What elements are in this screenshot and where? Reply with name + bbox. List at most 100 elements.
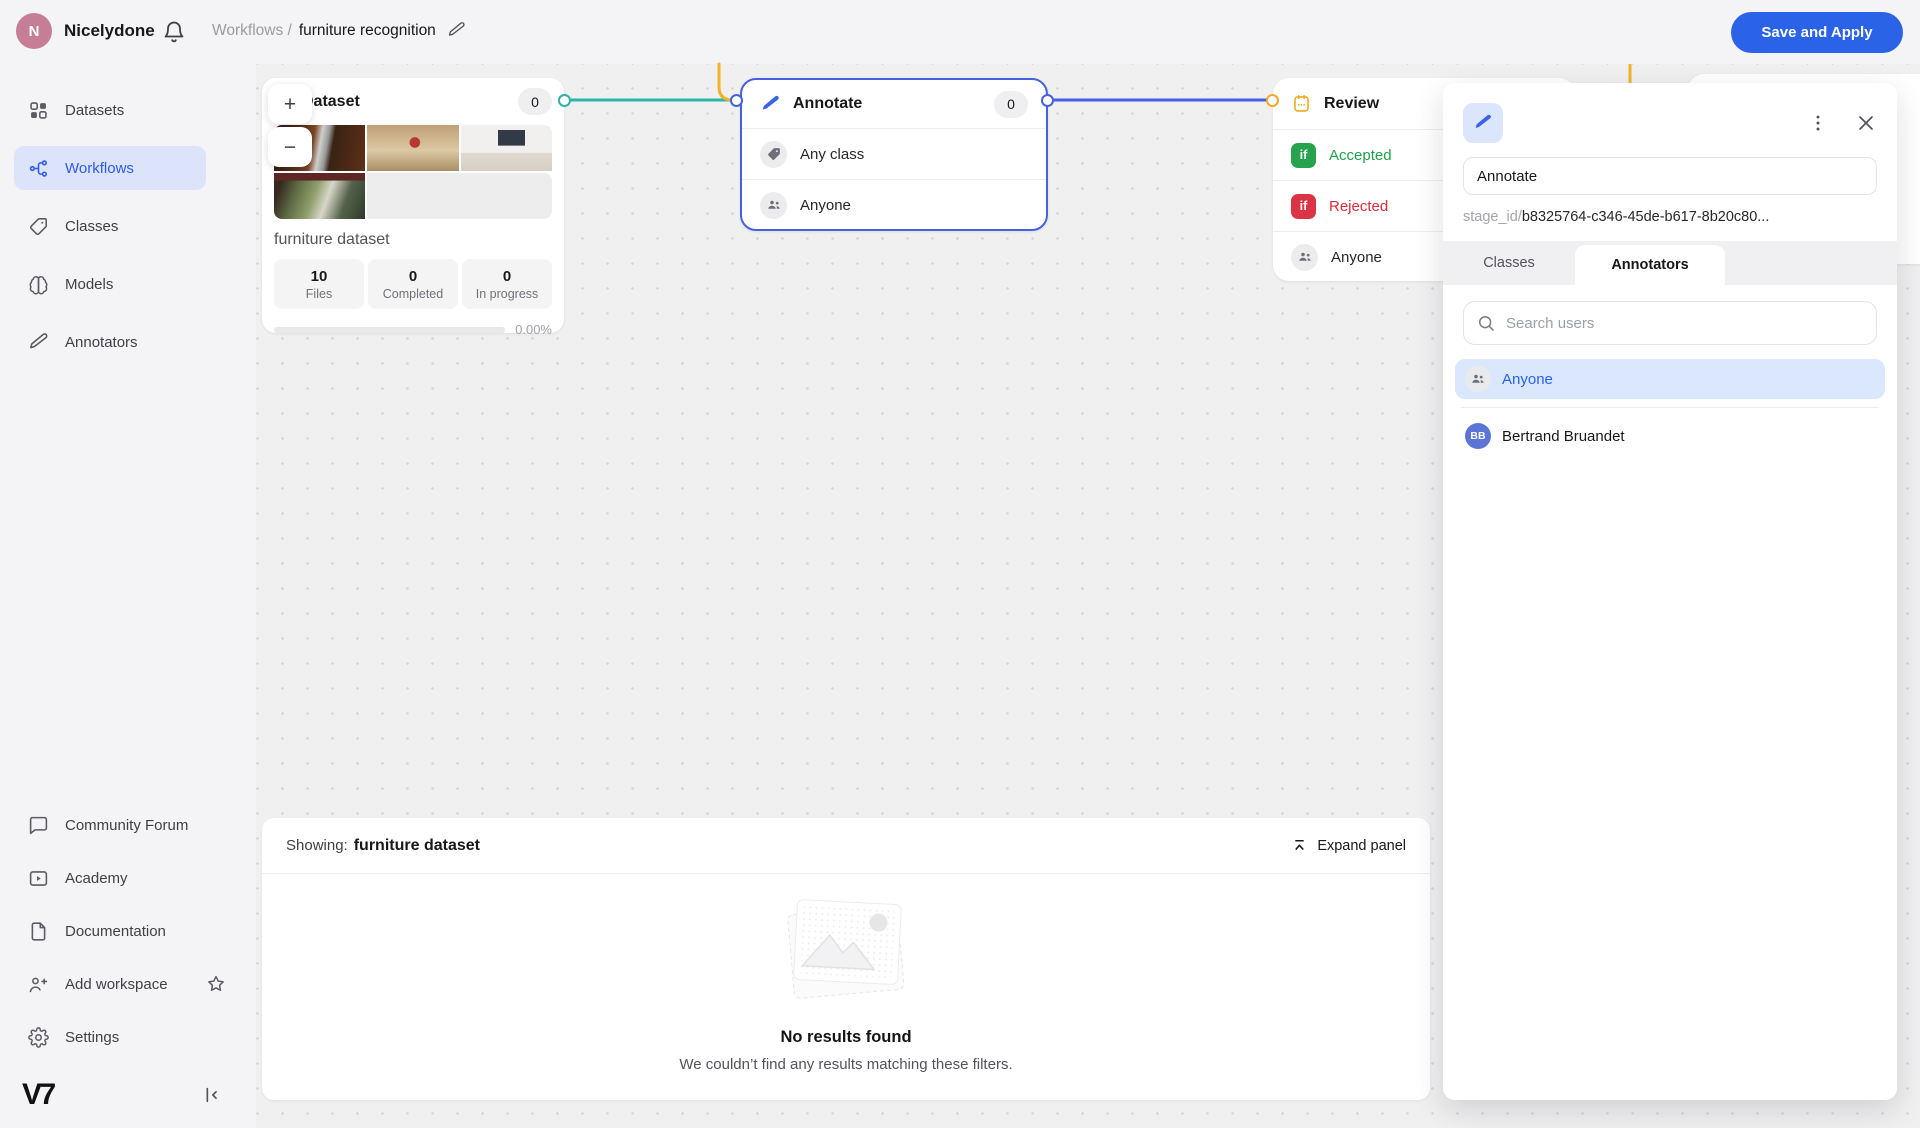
dataset-output-port[interactable] (558, 94, 571, 107)
stat-label: In progress (476, 287, 539, 301)
dataset-progress-percent: 0.00% (515, 322, 552, 337)
people-icon (1291, 244, 1318, 271)
annotators-pen-icon (28, 332, 49, 353)
notifications-bell-icon[interactable] (162, 20, 186, 44)
showing-dataset-name: furniture dataset (354, 837, 480, 855)
forum-chat-icon (28, 815, 49, 836)
no-results-title: No results found (780, 1028, 911, 1047)
showing-label: Showing: (286, 837, 348, 854)
sidebar-item-annotators[interactable]: Annotators (14, 320, 206, 364)
stage-id-value: b8325764-c346-45de-b617-8b20c80... (1522, 209, 1770, 225)
edit-name-icon[interactable] (447, 21, 466, 40)
expand-panel-button[interactable]: Expand panel (1290, 836, 1406, 855)
dataset-preview-panel: Showing: furniture dataset Expand panel … (262, 818, 1430, 1100)
expand-panel-icon (1290, 836, 1309, 855)
breadcrumb: Workflows / furniture recognition (212, 21, 466, 40)
tab-annotators[interactable]: Annotators (1575, 245, 1725, 285)
sidebar-item-label: Workflows (65, 160, 134, 177)
stage-id-prefix: stage_id/ (1463, 209, 1522, 225)
sidebar-item-label: Datasets (65, 102, 124, 119)
workflows-icon (28, 158, 49, 179)
annotator-option-user[interactable]: BB Bertrand Bruandet (1455, 416, 1885, 456)
sidebar-item-label: Classes (65, 218, 118, 235)
review-row-label: Anyone (1331, 249, 1382, 266)
annotate-row-any-class[interactable]: Any class (742, 128, 1046, 179)
review-clipboard-icon (1291, 93, 1312, 114)
stage-id: stage_id/b8325764-c346-45de-b617-8b20c80… (1463, 209, 1877, 225)
annotate-row-label: Anyone (800, 197, 851, 214)
workspace-avatar[interactable]: N (16, 13, 52, 49)
annotate-row-anyone[interactable]: Anyone (742, 179, 1046, 230)
annotate-pencil-icon (1473, 113, 1493, 133)
sidebar: Datasets Workflows Classes Models (0, 64, 256, 1128)
sidebar-item-label: Academy (65, 870, 128, 887)
zoom-out-button[interactable]: − (268, 127, 312, 167)
models-brain-icon (28, 274, 49, 295)
annotate-node[interactable]: Annotate 0 Any class Anyone (740, 78, 1048, 231)
review-node-title: Review (1324, 95, 1379, 113)
dataset-progress-bar (274, 327, 505, 333)
sidebar-item-community-forum[interactable]: Community Forum (14, 803, 240, 847)
stat-in-progress: 0 In progress (462, 259, 552, 309)
breadcrumb-page: furniture recognition (299, 22, 436, 40)
stat-value: 0 (409, 268, 417, 285)
zoom-in-button[interactable]: + (268, 84, 312, 124)
stat-label: Files (306, 287, 332, 301)
breadcrumb-section[interactable]: Workflows / (212, 22, 292, 40)
datasets-icon (28, 100, 49, 121)
academy-video-icon (28, 868, 49, 889)
dataset-thumbnail (461, 125, 552, 171)
stage-type-chip (1463, 103, 1503, 143)
stat-files: 10 Files (274, 259, 364, 309)
documentation-file-icon (28, 921, 49, 942)
stat-value: 0 (503, 268, 511, 285)
favorite-star-icon[interactable] (206, 974, 226, 994)
stat-value: 10 (311, 268, 328, 285)
stage-name-input[interactable] (1463, 157, 1877, 195)
sidebar-item-add-workspace[interactable]: Add workspace (14, 962, 240, 1006)
sidebar-item-label: Documentation (65, 923, 166, 940)
review-row-label: Accepted (1329, 147, 1392, 164)
sidebar-item-models[interactable]: Models (14, 262, 206, 306)
review-input-port[interactable] (1266, 94, 1279, 107)
annotator-user-name: Bertrand Bruandet (1502, 428, 1625, 445)
user-avatar: BB (1465, 423, 1491, 449)
settings-gear-icon (28, 1027, 49, 1048)
annotate-input-port[interactable] (730, 94, 743, 107)
review-row-label: Rejected (1329, 198, 1388, 215)
dataset-thumbnail-placeholder (367, 173, 552, 219)
dataset-count-badge: 0 (518, 88, 552, 115)
add-workspace-user-icon (28, 974, 49, 995)
sidebar-item-classes[interactable]: Classes (14, 204, 206, 248)
annotator-option-anyone[interactable]: Anyone (1455, 359, 1885, 399)
stage-config-panel: stage_id/b8325764-c346-45de-b617-8b20c80… (1443, 83, 1897, 1100)
save-and-apply-button[interactable]: Save and Apply (1731, 12, 1903, 53)
annotate-output-port[interactable] (1041, 94, 1054, 107)
collapse-sidebar-icon[interactable] (200, 1084, 222, 1106)
if-condition-icon: if (1291, 143, 1316, 168)
more-options-kebab-icon[interactable] (1807, 112, 1829, 134)
annotate-row-label: Any class (800, 146, 864, 163)
sidebar-item-datasets[interactable]: Datasets (14, 88, 206, 132)
dataset-name: furniture dataset (274, 231, 552, 249)
tag-icon (760, 141, 787, 168)
annotator-option-label: Anyone (1502, 371, 1553, 388)
search-users-input[interactable] (1463, 301, 1877, 345)
close-panel-icon[interactable] (1855, 112, 1877, 134)
people-icon (1465, 366, 1491, 392)
sidebar-item-settings[interactable]: Settings (14, 1015, 240, 1059)
dataset-thumbnail (367, 125, 458, 171)
no-results-illustration (759, 896, 934, 1008)
sidebar-item-documentation[interactable]: Documentation (14, 909, 240, 953)
sidebar-item-label: Community Forum (65, 817, 188, 834)
if-condition-icon: if (1291, 194, 1316, 219)
workspace-name[interactable]: Nicelydone (64, 21, 155, 41)
sidebar-item-workflows[interactable]: Workflows (14, 146, 206, 190)
tab-classes[interactable]: Classes (1443, 241, 1575, 285)
stat-completed: 0 Completed (368, 259, 458, 309)
people-icon (760, 192, 787, 219)
stat-label: Completed (383, 287, 443, 301)
sidebar-item-label: Settings (65, 1029, 119, 1046)
sidebar-item-academy[interactable]: Academy (14, 856, 240, 900)
panel-tabs: Classes Annotators (1443, 241, 1897, 285)
